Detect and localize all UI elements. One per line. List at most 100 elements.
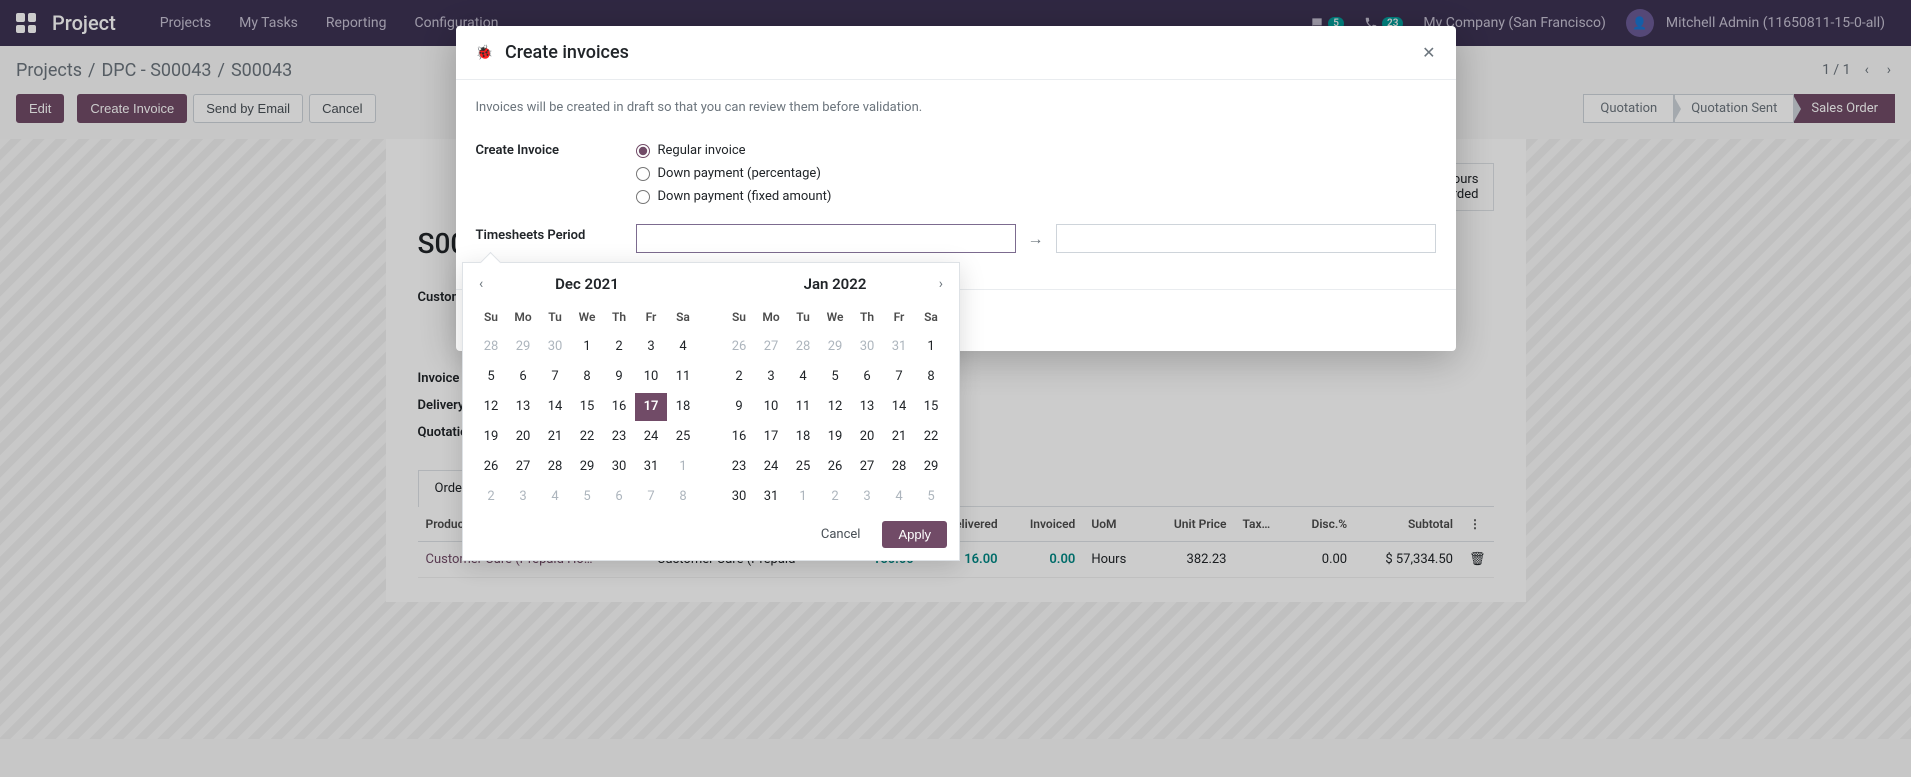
calendar-day[interactable]: 11 xyxy=(787,393,819,421)
calendar-day[interactable]: 14 xyxy=(539,393,571,421)
calendar-day[interactable]: 9 xyxy=(723,393,755,421)
calendar-day[interactable]: 8 xyxy=(915,363,947,391)
calendar-day[interactable]: 19 xyxy=(475,423,507,451)
calendar-day[interactable]: 13 xyxy=(851,393,883,421)
calendar-day[interactable]: 24 xyxy=(755,453,787,481)
calendar-day[interactable]: 16 xyxy=(723,423,755,451)
calendar-day[interactable]: 18 xyxy=(787,423,819,451)
period-from-input[interactable] xyxy=(636,224,1016,253)
month1-title[interactable]: Dec 2021 xyxy=(555,275,619,293)
calendar-day[interactable]: 20 xyxy=(507,423,539,451)
calendar-day-other-month[interactable]: 26 xyxy=(723,333,755,361)
calendar-day-other-month[interactable]: 5 xyxy=(915,483,947,511)
calendar-day[interactable]: 31 xyxy=(635,453,667,481)
calendar-day[interactable]: 26 xyxy=(475,453,507,481)
calendar-day[interactable]: 23 xyxy=(603,423,635,451)
calendar-day[interactable]: 27 xyxy=(507,453,539,481)
calendar-day-other-month[interactable]: 30 xyxy=(851,333,883,361)
calendar-day[interactable]: 27 xyxy=(851,453,883,481)
calendar-day[interactable]: 23 xyxy=(723,453,755,481)
calendar-day[interactable]: 6 xyxy=(507,363,539,391)
calendar-day[interactable]: 2 xyxy=(603,333,635,361)
calendar-day[interactable]: 2 xyxy=(723,363,755,391)
calendar-day[interactable]: 30 xyxy=(723,483,755,511)
calendar-day-other-month[interactable]: 31 xyxy=(883,333,915,361)
calendar-day[interactable]: 21 xyxy=(883,423,915,451)
calendar-day-other-month[interactable]: 2 xyxy=(475,483,507,511)
calendar-day-other-month[interactable]: 2 xyxy=(819,483,851,511)
calendar-day[interactable]: 8 xyxy=(571,363,603,391)
calendar-day[interactable]: 5 xyxy=(819,363,851,391)
radio-regular-invoice[interactable]: Regular invoice xyxy=(636,139,1436,162)
calendar-day[interactable]: 24 xyxy=(635,423,667,451)
calendar-day-other-month[interactable]: 1 xyxy=(667,453,699,481)
radio-fixed-input[interactable] xyxy=(636,190,650,204)
calendar-day[interactable]: 4 xyxy=(667,333,699,361)
period-to-input[interactable] xyxy=(1056,224,1436,253)
close-icon[interactable]: ✕ xyxy=(1422,43,1435,62)
month2-title[interactable]: Jan 2022 xyxy=(804,275,867,293)
calendar-day-other-month[interactable]: 7 xyxy=(635,483,667,511)
calendar-day[interactable]: 12 xyxy=(819,393,851,421)
calendar-day[interactable]: 31 xyxy=(755,483,787,511)
calendar-day[interactable]: 25 xyxy=(667,423,699,451)
calendar-day-other-month[interactable]: 3 xyxy=(507,483,539,511)
calendar-day[interactable]: 5 xyxy=(475,363,507,391)
radio-pct-input[interactable] xyxy=(636,167,650,181)
calendar-day[interactable]: 26 xyxy=(819,453,851,481)
calendar-day[interactable]: 7 xyxy=(883,363,915,391)
next-month-icon[interactable]: › xyxy=(935,272,947,296)
calendar-day[interactable]: 6 xyxy=(851,363,883,391)
calendar-cancel-button[interactable]: Cancel xyxy=(809,521,873,548)
calendar-day-other-month[interactable]: 1 xyxy=(787,483,819,511)
calendar-day[interactable]: 17 xyxy=(755,423,787,451)
calendar-day-other-month[interactable]: 4 xyxy=(883,483,915,511)
calendar-day[interactable]: 10 xyxy=(755,393,787,421)
prev-month-icon[interactable]: ‹ xyxy=(475,272,487,296)
calendar-day[interactable]: 15 xyxy=(915,393,947,421)
calendar-day[interactable]: 9 xyxy=(603,363,635,391)
calendar-day[interactable]: 15 xyxy=(571,393,603,421)
calendar-day[interactable]: 20 xyxy=(851,423,883,451)
calendar-day[interactable]: 10 xyxy=(635,363,667,391)
calendar-day[interactable]: 22 xyxy=(915,423,947,451)
calendar-day[interactable]: 25 xyxy=(787,453,819,481)
calendar-day[interactable]: 4 xyxy=(787,363,819,391)
calendar-day[interactable]: 19 xyxy=(819,423,851,451)
calendar-day-other-month[interactable]: 6 xyxy=(603,483,635,511)
calendar-day[interactable]: 3 xyxy=(755,363,787,391)
calendar-day[interactable]: 28 xyxy=(539,453,571,481)
calendar-day-other-month[interactable]: 30 xyxy=(539,333,571,361)
calendar-day-other-month[interactable]: 3 xyxy=(851,483,883,511)
calendar-day[interactable]: 13 xyxy=(507,393,539,421)
calendar-day-other-month[interactable]: 4 xyxy=(539,483,571,511)
calendar-day[interactable]: 28 xyxy=(883,453,915,481)
calendar-day-other-month[interactable]: 27 xyxy=(755,333,787,361)
calendar-day[interactable]: 16 xyxy=(603,393,635,421)
calendar-day-other-month[interactable]: 28 xyxy=(475,333,507,361)
calendar-day-other-month[interactable]: 5 xyxy=(571,483,603,511)
radio-down-payment-pct[interactable]: Down payment (percentage) xyxy=(636,162,1436,185)
calendar-day[interactable]: 29 xyxy=(571,453,603,481)
calendar-day[interactable]: 17 xyxy=(635,393,667,421)
calendar-day-other-month[interactable]: 29 xyxy=(507,333,539,361)
calendar-day[interactable]: 18 xyxy=(667,393,699,421)
calendar-day[interactable]: 21 xyxy=(539,423,571,451)
calendar-day[interactable]: 1 xyxy=(915,333,947,361)
calendar-day[interactable]: 7 xyxy=(539,363,571,391)
calendar-day[interactable]: 1 xyxy=(571,333,603,361)
radio-down-payment-fixed[interactable]: Down payment (fixed amount) xyxy=(636,185,1436,208)
bug-icon[interactable]: 🐞 xyxy=(476,45,493,61)
calendar-day-other-month[interactable]: 28 xyxy=(787,333,819,361)
calendar-day[interactable]: 14 xyxy=(883,393,915,421)
calendar-day[interactable]: 11 xyxy=(667,363,699,391)
calendar-day[interactable]: 30 xyxy=(603,453,635,481)
calendar-day-other-month[interactable]: 29 xyxy=(819,333,851,361)
calendar-day[interactable]: 29 xyxy=(915,453,947,481)
calendar-day[interactable]: 22 xyxy=(571,423,603,451)
calendar-day-other-month[interactable]: 8 xyxy=(667,483,699,511)
calendar-day[interactable]: 12 xyxy=(475,393,507,421)
calendar-apply-button[interactable]: Apply xyxy=(882,521,947,548)
radio-regular-input[interactable] xyxy=(636,144,650,158)
calendar-day[interactable]: 3 xyxy=(635,333,667,361)
